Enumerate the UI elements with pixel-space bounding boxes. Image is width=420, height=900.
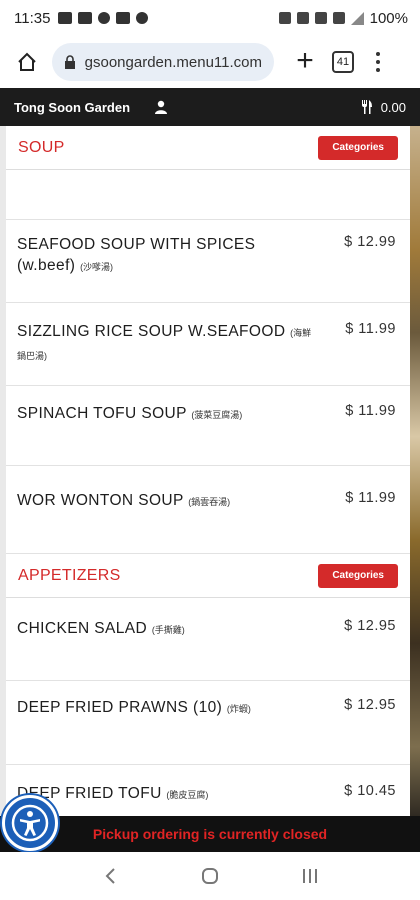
site-header: Tong Soon Garden 0.00	[0, 88, 420, 126]
section-header-soup: SOUP Categories	[6, 126, 410, 170]
item-name: SPINACH TOFU SOUP	[17, 405, 187, 422]
cart-button[interactable]: 0.00	[361, 100, 406, 115]
item-chinese-name: (手撕雞)	[151, 625, 185, 635]
item-chinese-name: (脆皮豆腐)	[166, 790, 209, 800]
address-bar[interactable]: gsoongarden.menu11.com	[52, 43, 274, 81]
item-price: $ 11.99	[345, 321, 396, 337]
status-time: 11:35	[14, 9, 51, 27]
status-bar: 11:35 100%	[0, 0, 420, 36]
back-icon[interactable]	[90, 856, 130, 896]
youtube-notification-icon	[58, 12, 73, 24]
background-food-image	[410, 126, 420, 816]
signal-icon	[350, 11, 364, 25]
item-price: $ 12.99	[344, 234, 396, 250]
fork-knife-icon	[361, 100, 372, 114]
menu-item[interactable]: CHICKEN SALAD (手撕雞) $ 12.95	[6, 598, 410, 681]
facebook-notification-icon	[136, 12, 149, 24]
cart-total: 0.00	[380, 99, 406, 115]
item-name: SIZZLING RICE SOUP W.SEAFOOD	[17, 323, 286, 340]
ordering-closed-text: Pickup ordering is currently closed	[92, 826, 328, 842]
wifi-icon	[332, 12, 345, 24]
item-chinese-name: (炸蝦)	[226, 704, 251, 714]
menu-item[interactable]: SPINACH TOFU SOUP (菠菜豆腐湯) $ 11.99	[6, 386, 410, 466]
menu-item[interactable]: WOR WONTON SOUP (鍋雲吞湯) $ 11.99	[6, 466, 410, 554]
item-name: CHICKEN SALAD	[17, 620, 148, 637]
browser-menu-icon[interactable]	[368, 47, 388, 77]
user-icon[interactable]	[152, 98, 170, 116]
bluetooth-icon	[296, 12, 309, 24]
section-header-appetizers: APPETIZERS Categories	[6, 554, 410, 598]
menu-item[interactable]: SEAFOOD SOUP WITH SPICES (w.beef) (沙嗲湯) …	[6, 220, 410, 303]
categories-button[interactable]: Categories	[318, 563, 398, 588]
section-title: APPETIZERS	[18, 566, 121, 584]
menu-item[interactable]: SIZZLING RICE SOUP W.SEAFOOD (海鮮鍋巴湯) $ 1…	[6, 303, 410, 386]
recent-apps-icon[interactable]	[290, 856, 330, 896]
settings-notification-icon	[98, 12, 111, 24]
item-price: $ 11.99	[345, 490, 396, 506]
item-price: $ 11.99	[345, 403, 396, 419]
item-chinese-name: (沙嗲湯)	[80, 262, 114, 272]
menu-item-partial[interactable]	[6, 170, 410, 220]
tab-switcher-button[interactable]: 41	[332, 51, 354, 73]
item-price: $ 12.95	[344, 618, 396, 634]
item-name: DEEP FRIED PRAWNS (10)	[17, 699, 223, 716]
app-s-notification-icon	[116, 12, 131, 24]
alarm-icon	[278, 12, 291, 24]
menu-list[interactable]: SOUP Categories SEAFOOD SOUP WITH SPICES…	[6, 126, 410, 816]
system-navigation-bar	[0, 852, 420, 900]
item-price: $ 12.95	[344, 697, 396, 713]
categories-button[interactable]: Categories	[318, 135, 398, 160]
mute-icon	[314, 12, 327, 24]
accessibility-icon	[11, 804, 49, 842]
home-circle-icon[interactable]	[190, 856, 230, 896]
menu-item[interactable]: DEEP FRIED PRAWNS (10) (炸蝦) $ 12.95	[6, 681, 410, 765]
item-name: SEAFOOD SOUP WITH SPICES (w.beef)	[17, 236, 256, 274]
restaurant-brand[interactable]: Tong Soon Garden	[14, 100, 130, 115]
section-title: SOUP	[18, 138, 65, 156]
accessibility-button[interactable]	[2, 795, 58, 851]
lock-icon	[64, 54, 77, 70]
item-chinese-name: (菠菜豆腐湯)	[191, 410, 243, 420]
app-notification-icon	[78, 12, 93, 24]
new-tab-button[interactable]: +	[288, 45, 322, 79]
battery-level: 100%	[369, 9, 408, 27]
ordering-closed-banner: Pickup ordering is currently closed	[0, 816, 420, 852]
home-icon[interactable]	[10, 45, 44, 79]
browser-toolbar: gsoongarden.menu11.com + 41	[0, 36, 420, 88]
menu-item[interactable]: DEEP FRIED TOFU (脆皮豆腐) $ 10.45	[6, 765, 410, 816]
item-chinese-name: (鍋雲吞湯)	[188, 497, 231, 507]
item-price: $ 10.45	[344, 783, 396, 799]
url-text: gsoongarden.menu11.com	[84, 53, 262, 71]
item-name: WOR WONTON SOUP	[17, 492, 184, 509]
